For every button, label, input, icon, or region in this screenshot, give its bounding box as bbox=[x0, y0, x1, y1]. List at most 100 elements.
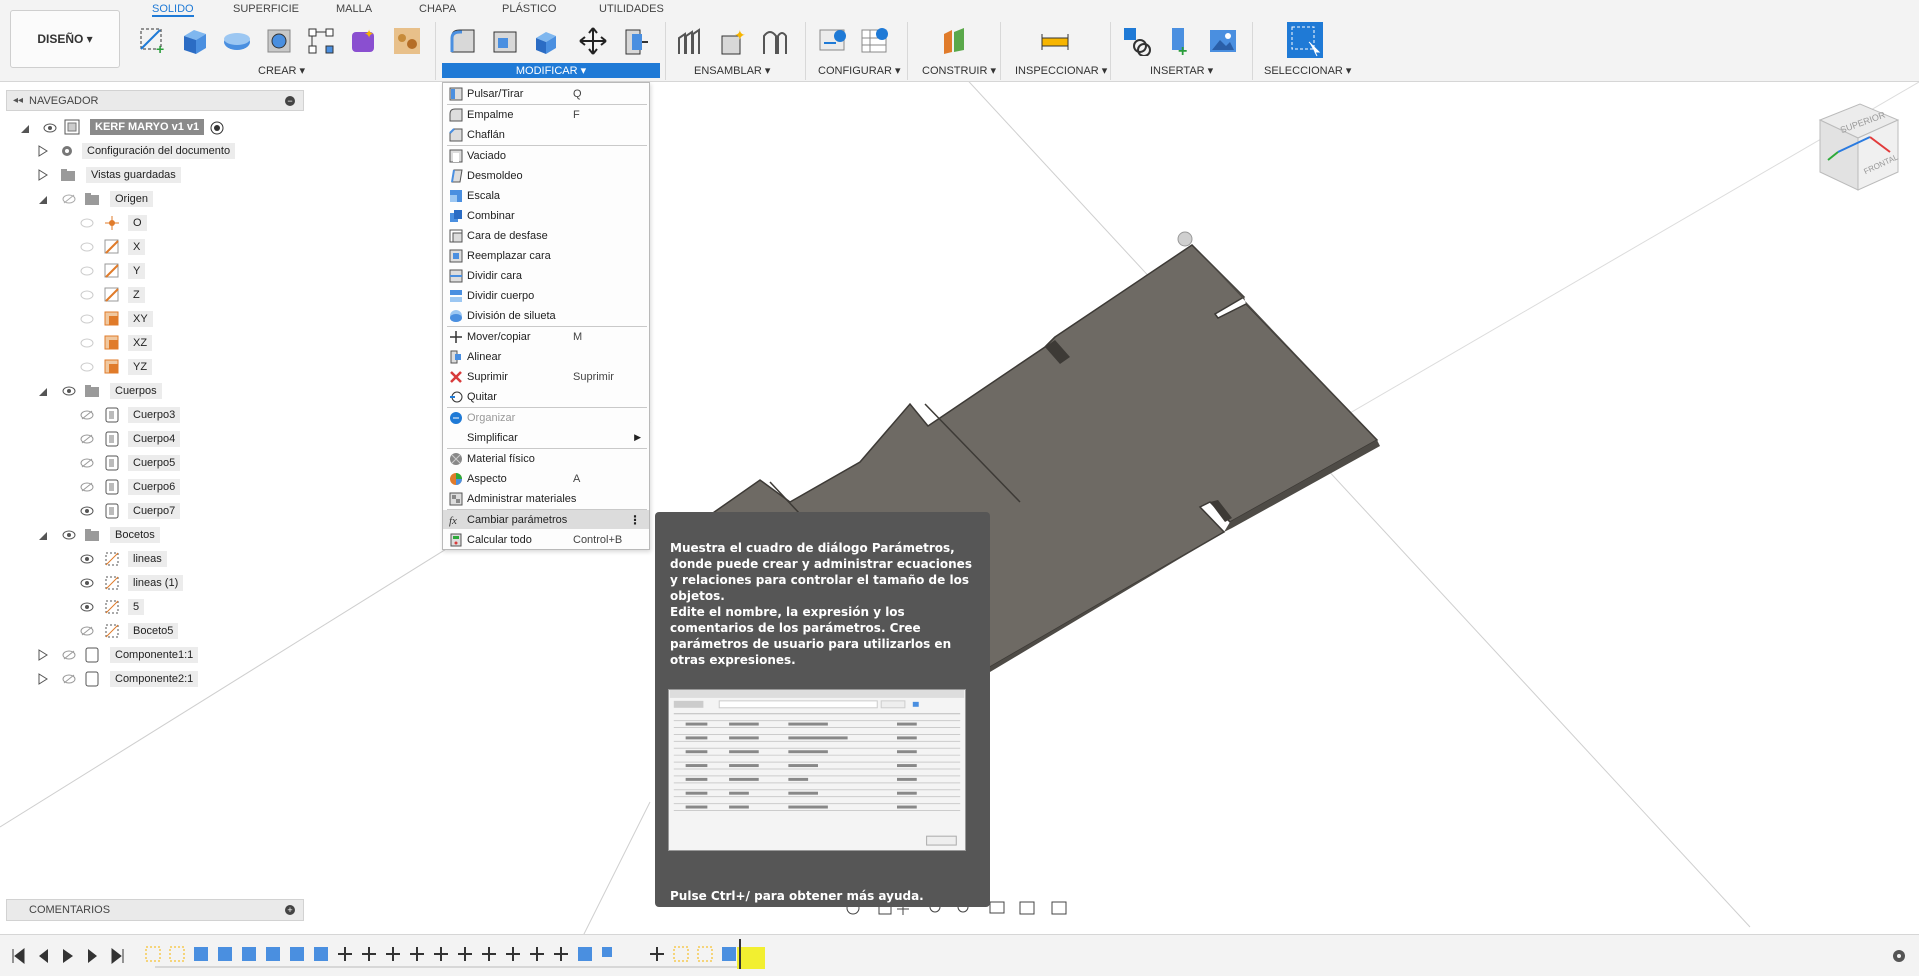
tree-item-sketches[interactable]: Bocetos bbox=[110, 527, 160, 543]
menu-item-pulsar-tirar[interactable]: Pulsar/Tirar Q bbox=[443, 84, 649, 103]
workspace-design-button[interactable]: DISEÑO ▾ bbox=[10, 10, 120, 68]
extrude-icon[interactable] bbox=[180, 26, 210, 56]
group-construir[interactable]: CONSTRUIR ▾ bbox=[922, 64, 996, 77]
tree-item-body4[interactable]: Cuerpo4 bbox=[128, 431, 181, 447]
visibility-eye-icon[interactable] bbox=[80, 578, 94, 588]
group-inspeccionar[interactable]: INSPECCIONAR ▾ bbox=[1015, 64, 1107, 77]
tree-item-origin-o[interactable]: O bbox=[128, 215, 147, 231]
insert-canvas-icon[interactable] bbox=[1208, 26, 1238, 56]
group-crear[interactable]: CREAR ▾ bbox=[258, 64, 305, 77]
move-copy-icon[interactable] bbox=[578, 26, 608, 56]
menu-item-escala[interactable]: Escala bbox=[443, 186, 649, 205]
tab-utilidades[interactable]: UTILIDADES bbox=[599, 0, 664, 15]
tree-root-label[interactable]: KERF MARYO v1 v1 bbox=[90, 119, 205, 135]
visibility-eye-icon[interactable] bbox=[62, 386, 76, 396]
menu-item-mover-copiar[interactable]: Mover/copiar M bbox=[443, 327, 649, 346]
expand-triangle-icon[interactable] bbox=[38, 673, 48, 685]
tab-chapa[interactable]: CHAPA bbox=[419, 0, 456, 15]
add-comment-icon[interactable]: + bbox=[285, 905, 295, 915]
group-ensamblar[interactable]: ENSAMBLAR ▾ bbox=[694, 64, 770, 77]
timeline-controls[interactable] bbox=[10, 945, 130, 967]
hidden-eye-icon[interactable] bbox=[80, 242, 94, 252]
collapse-triangle-icon[interactable] bbox=[38, 193, 48, 205]
insert-mcmaster-icon[interactable]: + bbox=[1164, 26, 1194, 56]
menu-item-division-silueta[interactable]: División de silueta bbox=[443, 306, 649, 325]
tree-item-sketch-5[interactable]: 5 bbox=[128, 599, 145, 615]
combine-icon[interactable] bbox=[532, 26, 562, 56]
tree-item-body3[interactable]: Cuerpo3 bbox=[128, 407, 181, 423]
menu-item-dividir-cuerpo[interactable]: Dividir cuerpo bbox=[443, 286, 649, 305]
tree-item-origin[interactable]: Origen bbox=[110, 191, 154, 207]
visibility-eye-icon[interactable] bbox=[43, 123, 57, 133]
tree-item-plane-xy[interactable]: XY bbox=[128, 311, 153, 327]
activate-radio-icon[interactable] bbox=[210, 121, 224, 135]
hidden-eye-icon[interactable] bbox=[80, 626, 94, 636]
visibility-eye-icon[interactable] bbox=[80, 554, 94, 564]
revolve-icon[interactable] bbox=[222, 26, 252, 56]
tree-item-bodies[interactable]: Cuerpos bbox=[110, 383, 162, 399]
menu-item-combinar[interactable]: Combinar bbox=[443, 206, 649, 225]
tree-item-sketch-lineas-1[interactable]: lineas (1) bbox=[128, 575, 184, 591]
tree-item-sketch-lineas[interactable]: lineas bbox=[128, 551, 167, 567]
hidden-eye-icon[interactable] bbox=[80, 434, 94, 444]
menu-item-simplificar[interactable]: Simplificar ▶ bbox=[443, 428, 649, 447]
timeline-features[interactable] bbox=[140, 939, 780, 973]
form-icon[interactable]: ✦ bbox=[348, 26, 378, 56]
menu-item-suprimir[interactable]: Suprimir Suprimir bbox=[443, 367, 649, 386]
fillet-icon[interactable] bbox=[490, 26, 520, 56]
collapse-triangle-icon[interactable] bbox=[38, 529, 48, 541]
hidden-eye-icon[interactable] bbox=[80, 410, 94, 420]
tree-item-plane-yz[interactable]: YZ bbox=[128, 359, 153, 375]
hidden-eye-icon[interactable] bbox=[62, 674, 76, 684]
menu-item-reemplazar-cara[interactable]: Reemplazar cara bbox=[443, 246, 649, 265]
hidden-eye-icon[interactable] bbox=[62, 650, 76, 660]
hidden-eye-icon[interactable] bbox=[62, 194, 76, 204]
expand-triangle-icon[interactable] bbox=[38, 169, 48, 181]
menu-item-organizar[interactable]: Organizar bbox=[443, 408, 649, 427]
tree-item-plane-xz[interactable]: XZ bbox=[128, 335, 153, 351]
viewcube[interactable]: SUPERIOR FRONTAL bbox=[1818, 103, 1900, 191]
menu-item-alinear[interactable]: Alinear bbox=[443, 347, 649, 366]
menu-item-material-fisico[interactable]: Material físico bbox=[443, 449, 649, 468]
tree-item-body6[interactable]: Cuerpo6 bbox=[128, 479, 181, 495]
visibility-eye-icon[interactable] bbox=[62, 530, 76, 540]
expand-triangle-icon[interactable] bbox=[38, 145, 48, 157]
press-pull-icon[interactable] bbox=[448, 26, 478, 56]
comments-panel[interactable]: COMENTARIOS + bbox=[6, 899, 304, 921]
sketch-point-icon[interactable] bbox=[1177, 231, 1193, 247]
tree-item-sketch-boceto5[interactable]: Boceto5 bbox=[128, 623, 179, 639]
expand-triangle-icon[interactable] bbox=[38, 649, 48, 661]
hidden-eye-icon[interactable] bbox=[80, 338, 94, 348]
menu-item-aspecto[interactable]: Aspecto A bbox=[443, 469, 649, 488]
collapse-triangle-icon[interactable] bbox=[38, 385, 48, 397]
tab-superficie[interactable]: SUPERFICIE bbox=[233, 0, 299, 15]
menu-item-cara-de-desfase[interactable]: Cara de desfase bbox=[443, 226, 649, 245]
create-sketch-icon[interactable]: + bbox=[138, 26, 168, 56]
hidden-eye-icon[interactable] bbox=[80, 218, 94, 228]
menu-item-empalme[interactable]: Empalme F bbox=[443, 105, 649, 124]
hidden-eye-icon[interactable] bbox=[80, 290, 94, 300]
menu-item-dividir-cara[interactable]: Dividir cara bbox=[443, 266, 649, 285]
collapse-triangle-icon[interactable] bbox=[20, 122, 30, 134]
menu-item-chaflan[interactable]: Chaflán bbox=[443, 125, 649, 144]
tab-malla[interactable]: MALLA bbox=[336, 0, 372, 15]
hidden-eye-icon[interactable] bbox=[80, 314, 94, 324]
measure-icon[interactable] bbox=[1040, 26, 1070, 56]
navigator-minimize-icon[interactable]: − bbox=[285, 95, 295, 106]
configure-icon[interactable] bbox=[818, 26, 848, 56]
decal-icon[interactable] bbox=[392, 26, 422, 56]
tree-item-axis-z[interactable]: Z bbox=[128, 287, 145, 303]
as-built-joint-icon[interactable] bbox=[760, 26, 790, 56]
more-options-icon[interactable]: ⋮ bbox=[629, 513, 641, 527]
rectangular-pattern-icon[interactable] bbox=[306, 26, 336, 56]
menu-item-calcular-todo[interactable]: Calcular todo Control+B bbox=[443, 530, 649, 549]
hidden-eye-icon[interactable] bbox=[80, 482, 94, 492]
offset-plane-icon[interactable] bbox=[940, 26, 970, 56]
group-seleccionar[interactable]: SELECCIONAR ▾ bbox=[1264, 64, 1351, 77]
tab-plastico[interactable]: PLÁSTICO bbox=[502, 0, 556, 15]
navigator-header[interactable]: ◂◂ NAVEGADOR − bbox=[6, 90, 304, 111]
group-modificar[interactable]: MODIFICAR ▾ bbox=[442, 63, 660, 78]
menu-item-administrar-materiales[interactable]: Administrar materiales bbox=[443, 489, 649, 508]
menu-item-quitar[interactable]: Quitar bbox=[443, 387, 649, 406]
tree-item-body5[interactable]: Cuerpo5 bbox=[128, 455, 181, 471]
